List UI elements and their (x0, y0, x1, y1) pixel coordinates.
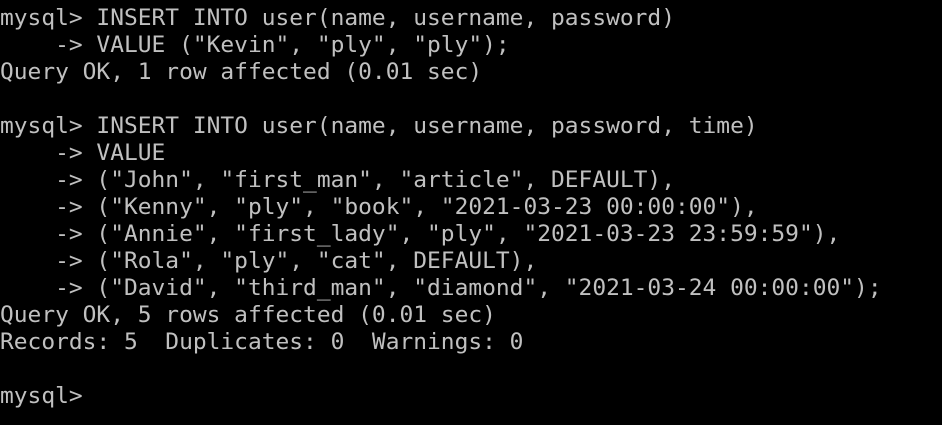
input-prompt-line[interactable]: mysql> (0, 383, 942, 410)
continuation-line: -> VALUE (0, 141, 166, 166)
continuation-line: -> ("John", "first_man", "article", DEFA… (0, 168, 675, 193)
continuation-line: -> VALUE ("Kevin", "ply", "ply"); (0, 33, 510, 58)
continuation-line: -> ("David", "third_man", "diamond", "20… (0, 276, 882, 301)
continuation-line: -> ("Annie", "first_lady", "ply", "2021-… (0, 222, 841, 247)
window-bottom-edge (0, 425, 942, 430)
records-summary-line: Records: 5 Duplicates: 0 Warnings: 0 (0, 330, 524, 355)
prompt-text: mysql> (0, 384, 83, 409)
terminal-window[interactable]: mysql> INSERT INTO user(name, username, … (0, 0, 942, 425)
command-line: mysql> INSERT INTO user(name, username, … (0, 114, 758, 139)
continuation-line: -> ("Kenny", "ply", "book", "2021-03-23 … (0, 195, 758, 220)
query-result-line: Query OK, 5 rows affected (0.01 sec) (0, 303, 496, 328)
continuation-line: -> ("Rola", "ply", "cat", DEFAULT), (0, 249, 538, 274)
command-line: mysql> INSERT INTO user(name, username, … (0, 6, 675, 31)
query-result-line: Query OK, 1 row affected (0.01 sec) (0, 60, 483, 85)
